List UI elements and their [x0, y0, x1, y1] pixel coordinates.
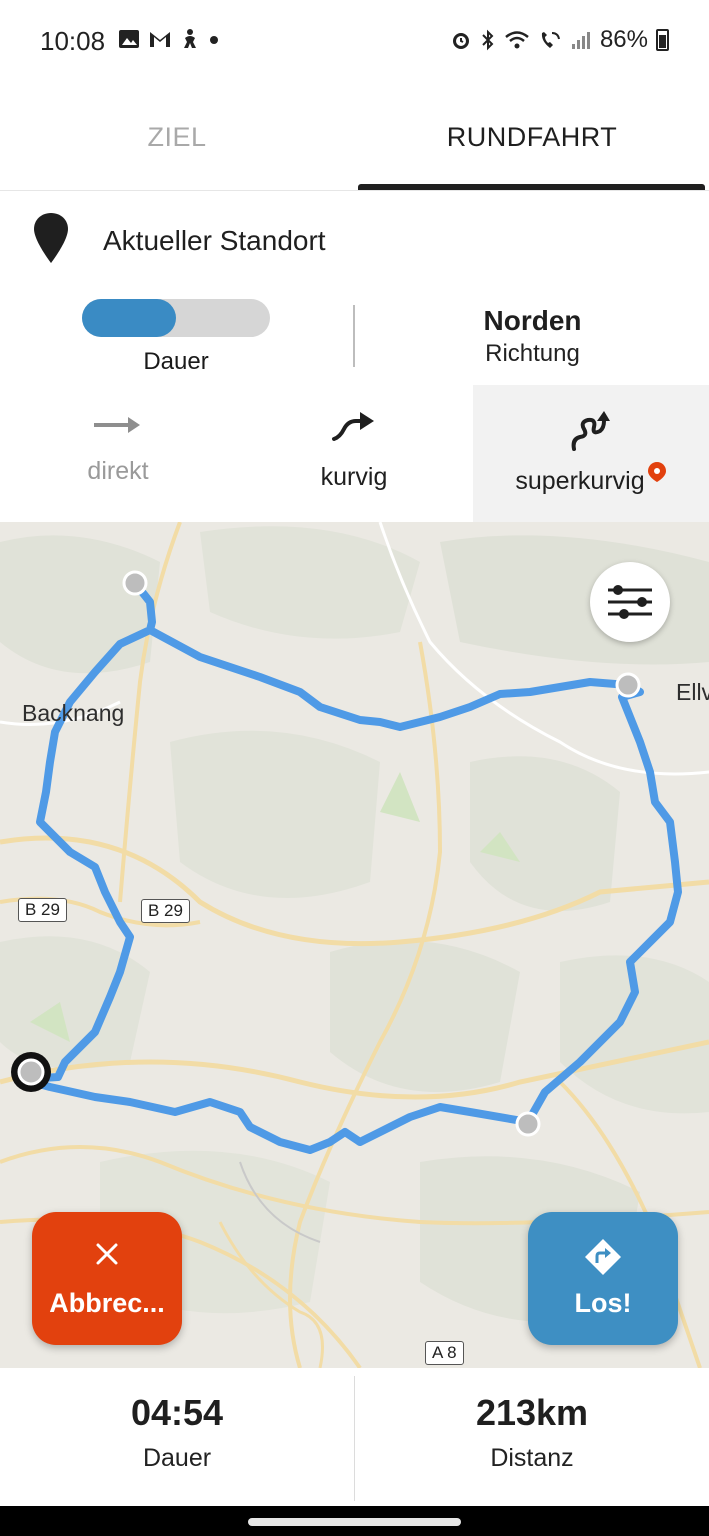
gmail-icon	[150, 32, 170, 47]
cancel-button-label: Abbrec...	[49, 1288, 165, 1318]
map-filter-button[interactable]	[590, 562, 670, 642]
road-badge-b29-left: B 29	[18, 898, 67, 922]
route-style-direkt[interactable]: direkt	[0, 385, 236, 522]
stat-duration: 04:54 Dauer	[0, 1368, 354, 1506]
route-style-superkurvig-label: superkurvig	[473, 462, 709, 496]
location-pin-icon	[34, 213, 68, 263]
route-style-direkt-label: direkt	[87, 457, 149, 485]
go-button[interactable]: Los!	[528, 1212, 678, 1345]
direction-selector[interactable]: Norden Richtung	[420, 305, 645, 368]
start-location-row[interactable]: Aktueller Standort	[0, 195, 709, 287]
close-icon	[96, 1243, 118, 1265]
map-town-ellwangen: Ellv	[676, 679, 709, 705]
battery-icon	[656, 29, 669, 51]
waypoint-3	[515, 1111, 541, 1137]
stat-distance-label: Distanz	[490, 1444, 574, 1472]
curvy-arrow-icon	[332, 412, 374, 441]
premium-pin-icon	[647, 462, 666, 482]
map-town-backnang: Backnang	[22, 700, 125, 726]
go-button-label: Los!	[574, 1288, 632, 1318]
waypoint-1	[122, 570, 148, 596]
wifi-icon	[505, 31, 529, 49]
cancel-button[interactable]: Abbrec...	[32, 1212, 182, 1345]
super-curvy-icon	[571, 411, 610, 451]
stat-distance-value: 213km	[475, 1392, 589, 1433]
start-location-label: Aktueller Standort	[103, 225, 326, 256]
home-gesture-handle[interactable]	[248, 1518, 461, 1526]
stat-duration-value: 04:54	[130, 1392, 224, 1433]
stat-distance: 213km Distanz	[355, 1368, 709, 1506]
duration-slider-fill	[82, 299, 176, 337]
map-view[interactable]: Backnang Ellv B 29 B 29 A 8 Abbrec... Lo…	[0, 522, 709, 1368]
route-style-kurvig-label: kurvig	[320, 463, 388, 491]
signal-icon	[571, 32, 590, 49]
options-divider	[353, 305, 355, 367]
status-bar: 10:08 86%	[0, 0, 709, 84]
status-time: 10:08	[40, 26, 106, 56]
bluetooth-icon	[482, 29, 494, 51]
tour-options: Dauer Norden Richtung	[0, 290, 709, 385]
alarm-icon	[452, 33, 469, 49]
wifi-call-icon	[541, 32, 560, 48]
route-style-superkurvig[interactable]: superkurvig	[473, 385, 709, 522]
direction-value: Norden	[483, 305, 582, 336]
waypoint-2	[615, 672, 641, 698]
duration-slider[interactable]	[82, 299, 270, 337]
status-system-icons: 86%	[450, 26, 669, 54]
road-badge-b29-right: B 29	[141, 899, 190, 923]
route-style-kurvig[interactable]: kurvig	[236, 385, 472, 522]
mode-tabs: ZIEL RUNDFAHRT	[0, 84, 709, 191]
tab-rundfahrt[interactable]: RUNDFAHRT	[355, 84, 709, 190]
gallery-icon	[119, 30, 139, 48]
route-style-selector: direkt kurvig superkurvig	[0, 385, 709, 522]
tour-summary: 04:54 Dauer 213km Distanz	[0, 1368, 709, 1506]
battery-percent: 86%	[599, 26, 648, 53]
navigation-turn-icon	[585, 1239, 621, 1275]
road-badge-a8: A 8	[425, 1341, 464, 1365]
duration-slider-label: Dauer	[143, 348, 209, 375]
active-tab-indicator	[358, 184, 705, 190]
direction-label: Richtung	[485, 340, 580, 367]
tab-ziel[interactable]: ZIEL	[0, 84, 354, 190]
bicycle-icon	[184, 29, 196, 48]
status-notification-icons	[118, 28, 220, 50]
route-style-superkurvig-text: superkurvig	[515, 467, 645, 495]
arrow-right-icon	[94, 417, 140, 433]
sliders-icon	[608, 585, 652, 619]
stat-duration-label: Dauer	[142, 1444, 212, 1472]
system-navigation-bar	[0, 1506, 709, 1536]
dot-icon	[210, 36, 218, 44]
